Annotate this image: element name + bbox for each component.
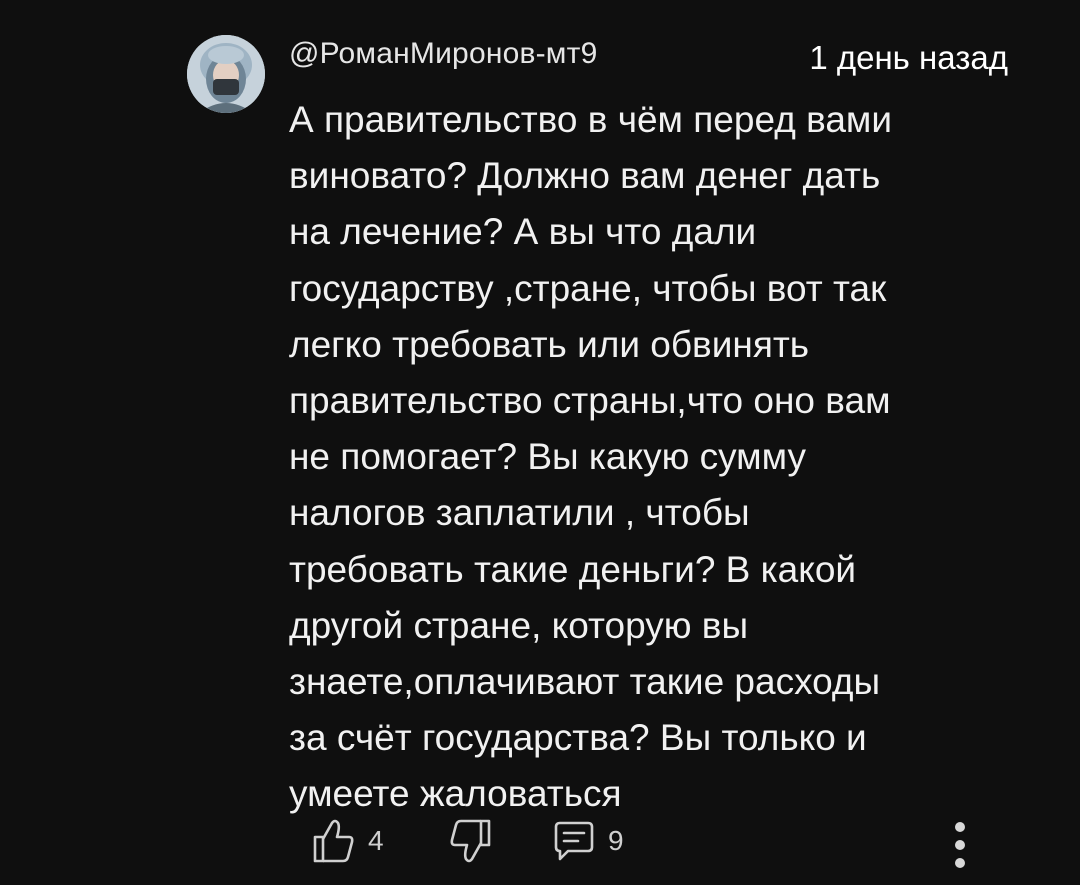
thumbs-up-icon	[313, 819, 354, 863]
like-count: 4	[368, 825, 384, 856]
comment-text-line: А правительство в чём перед вами	[289, 99, 893, 140]
comment: @РоманМиронов-мт9 1 день назад А правите…	[0, 0, 1080, 885]
comment-author[interactable]: @РоманМиронов-мт9	[289, 37, 597, 71]
comment-text: А правительство в чём перед вами виноват…	[289, 92, 1009, 823]
comment-text-line: виновато? Должно вам денег дать	[289, 155, 881, 197]
comment-timestamp: 1 день назад	[809, 39, 1008, 76]
comment-actions: 4 9	[0, 815, 1080, 875]
comment-text-line: за счёт государства? Вы только и	[289, 717, 867, 759]
comment-text-line: другой стране, которую вы	[289, 604, 749, 646]
comment-text-line: правительство страны,что оно вам	[289, 380, 891, 422]
avatar-image	[187, 35, 265, 113]
reply-count: 9	[608, 825, 624, 856]
avatar[interactable]	[187, 35, 265, 113]
comment-text-line: государству ,стране, чтобы вот так	[289, 267, 887, 309]
comment-text-line: налогов заплатили , чтобы	[289, 492, 750, 534]
like-button[interactable]: 4	[310, 815, 384, 867]
dislike-button[interactable]	[446, 815, 494, 867]
comment-icon	[554, 821, 594, 861]
comment-text-line: знаете,оплачивают такие расходы	[289, 661, 881, 703]
reply-button[interactable]: 9	[550, 815, 624, 867]
thumbs-down-icon	[450, 819, 491, 863]
more-vertical-icon	[955, 822, 965, 868]
more-options-button[interactable]	[940, 815, 980, 875]
comment-text-line: легко требовать или обвинять	[289, 323, 810, 365]
comment-text-line: на лечение? А вы что дали	[289, 211, 757, 253]
comment-text-line: не помогает? Вы какую сумму	[289, 436, 806, 478]
comment-text-line: требовать такие деньги? В какой	[289, 548, 857, 590]
